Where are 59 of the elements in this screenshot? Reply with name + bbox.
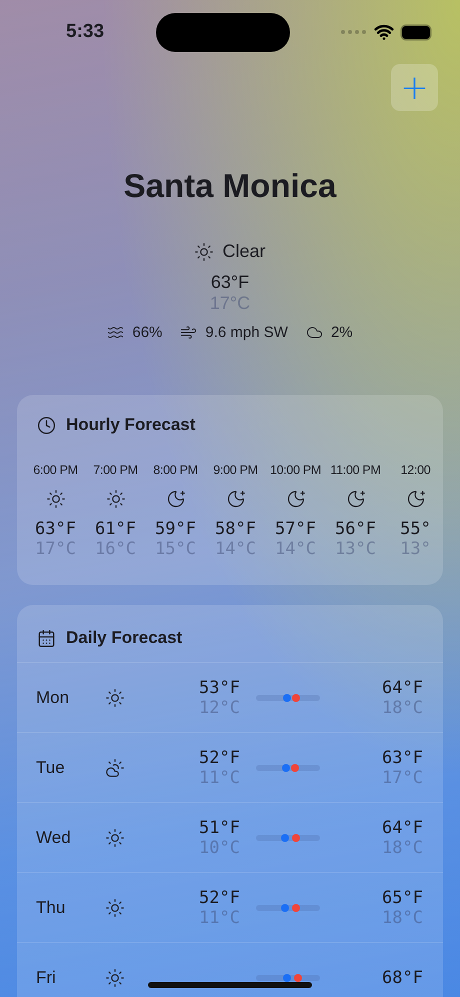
calendar-icon: [37, 628, 56, 648]
high-temp-f: 68°F: [382, 968, 423, 988]
sun-icon: [106, 489, 126, 509]
high-temp-f: 64°F: [382, 678, 423, 698]
day-name: Fri: [36, 968, 57, 988]
wifi-icon: [374, 22, 394, 42]
wind-icon: [180, 324, 198, 341]
hour-time: 11:00 PM: [330, 463, 381, 477]
day-name: Tue: [36, 758, 66, 778]
hour-time: 6:00 PM: [33, 463, 78, 477]
low-temp-f: 52°F: [199, 748, 240, 768]
stat-value: 9.6 mph SW: [205, 324, 288, 341]
hour-temp-f: 56°F: [335, 519, 376, 539]
stat-value: 66%: [132, 324, 162, 341]
moon-icon: [166, 489, 186, 509]
sun-icon: [194, 242, 214, 262]
status-time: 5:33: [66, 21, 104, 43]
sun-icon: [105, 898, 125, 918]
day-name: Mon: [36, 688, 70, 708]
sun-icon: [46, 489, 66, 509]
moon-icon: [286, 489, 306, 509]
cloud-icon: [306, 324, 323, 341]
stat-value: 2%: [330, 324, 353, 341]
high-temp-f: 65°F: [382, 888, 423, 908]
card-title: Hourly Forecast: [66, 415, 196, 435]
sun-icon: [105, 688, 125, 708]
city-name: Santa Monica: [122, 167, 338, 205]
hour-time: 8:00 PM: [153, 463, 198, 477]
waves-icon: [107, 324, 124, 341]
moon-icon: [406, 489, 426, 509]
hour-temp-f: 59°F: [155, 519, 196, 539]
clock-icon: [37, 416, 56, 434]
low-temp-f: 51°F: [199, 818, 240, 838]
hour-time: 9:00 PM: [213, 463, 258, 477]
card-title: Daily Forecast: [66, 628, 182, 648]
condition-text: Clear: [222, 241, 266, 262]
hour-temp-f: 63°F: [35, 519, 76, 539]
low-temp-f: 52°F: [199, 888, 240, 908]
day-name: Wed: [36, 828, 72, 848]
low-temp-f: 53°F: [199, 678, 240, 698]
hour-temp-f: 58°F: [215, 519, 256, 539]
cloud-sun-icon: [105, 758, 125, 778]
battery-icon: [402, 26, 430, 38]
sun-icon: [105, 828, 125, 848]
hour-temp-f: 61°F: [95, 519, 136, 539]
hour-temp-f: 55°: [400, 519, 431, 539]
high-temp-f: 64°F: [382, 818, 423, 838]
moon-icon: [226, 489, 246, 509]
hour-temp-f: 57°F: [275, 519, 316, 539]
signal-icon: [341, 30, 366, 34]
moon-icon: [346, 489, 366, 509]
hour-time: 12:00: [400, 463, 430, 477]
sun-icon: [105, 968, 125, 988]
high-temp-f: 63°F: [382, 748, 423, 768]
hour-time: 10:00 PM: [270, 463, 322, 477]
day-name: Thu: [36, 898, 66, 918]
temperature-f: 63°F: [210, 272, 250, 293]
add-button[interactable]: +: [391, 64, 438, 111]
hour-time: 7:00 PM: [93, 463, 138, 477]
